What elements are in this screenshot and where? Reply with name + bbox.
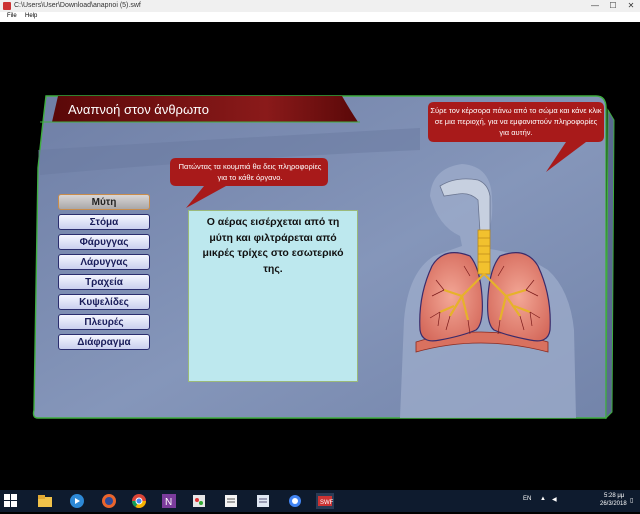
notes-icon[interactable] [222,493,240,509]
clock-date[interactable]: 26/3/2018 [600,501,627,507]
info-panel: Ο αέρας εισέρχεται από τη μύτη και φιλτρ… [188,210,358,382]
organ-button-list: Μύτη Στόμα Φάρυγγας Λάρυγγας Τραχεία Κυψ… [58,194,152,354]
clock-time[interactable]: 5:28 μμ [604,493,624,499]
organ-button-larynx[interactable]: Λάρυγγας [58,254,150,270]
media-player-icon[interactable] [68,493,86,509]
notification-icon[interactable]: ▯ [630,497,633,504]
organ-button-trachea[interactable]: Τραχεία [58,274,150,290]
firefox-icon[interactable] [100,493,118,509]
organ-button-ribs[interactable]: Πλευρές [58,314,150,330]
onenote-icon[interactable]: N [160,493,178,509]
organ-button-diaphragm[interactable]: Διάφραγμα [58,334,150,350]
app-title: Αναπνοή στον άνθρωπο [68,102,209,117]
paint-icon[interactable] [190,493,208,509]
swf-player-icon[interactable]: SWF [316,493,334,509]
taskbar: N SWF EN ▲ ◀ 5:28 μμ 26/3/2018 ▯ [0,490,640,512]
language-indicator[interactable]: EN [523,496,531,502]
file-explorer-icon[interactable] [36,493,54,509]
trachea-shape [477,229,491,275]
svg-text:N: N [165,497,172,508]
hint-text-buttons: Πατώντας τα κουμπιά θα δεις πληροφορίες … [178,162,322,182]
svg-text:SWF: SWF [320,500,334,506]
panel-right-edge [605,108,615,420]
hint-text-body: Σύρε τον κέρσορα πάνω από το σώμα και κά… [430,106,602,137]
organ-button-pharynx[interactable]: Φάρυγγας [58,234,150,250]
speaker-icon[interactable]: ◀ [552,496,557,503]
organ-button-mouth[interactable]: Στόμα [58,214,150,230]
organ-button-alveoli[interactable]: Κυψελίδες [58,294,150,310]
notes-icon-2[interactable] [254,493,272,509]
organ-button-nose[interactable]: Μύτη [58,194,150,210]
info-text: Ο αέρας εισέρχεται από τη μύτη και φιλτρ… [202,216,344,275]
network-icon[interactable]: ▲ [540,496,546,502]
start-icon[interactable] [4,494,18,508]
chrome-app-icon[interactable] [286,493,304,509]
chrome-icon[interactable] [130,493,148,509]
